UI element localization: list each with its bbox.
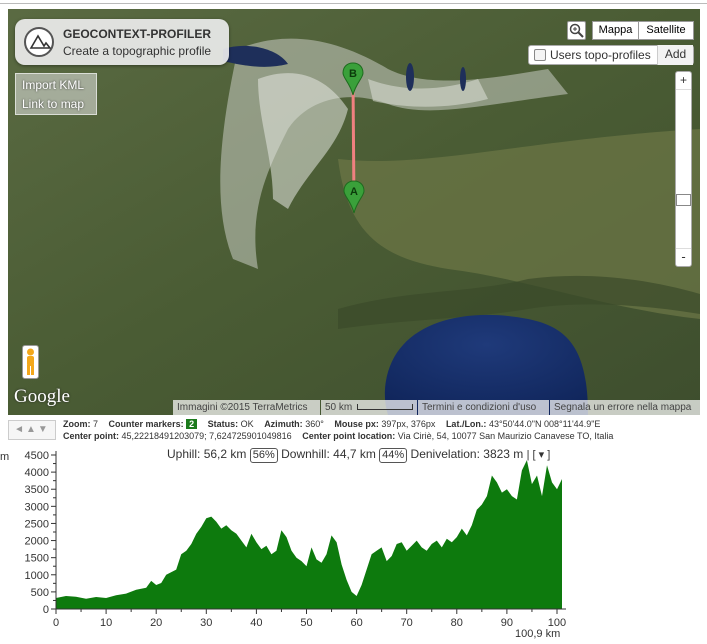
center-location-value: Via Ciriè, 54, 10077 San Maurizio Canave… [397,431,614,441]
profile-nav-arrows[interactable]: ◄▲▼ [8,420,56,440]
zoom-magnifier-icon[interactable] [567,21,586,40]
y-tick-label: 0 [43,604,49,616]
app-subtitle: Create a topographic profile [63,44,212,58]
map-scale-label: 50 km [325,402,353,413]
mountain-logo-icon [24,27,54,57]
elevation-area [56,460,562,609]
marker-a-icon[interactable]: A [343,180,365,214]
link-to-map-link[interactable]: Link to map [22,97,84,111]
users-topo-profiles-label: Users topo-profiles [550,48,651,62]
x-tick-label: 80 [451,617,463,629]
pegman-icon[interactable] [22,345,39,379]
map-type-satellite-button[interactable]: Satellite [638,21,694,40]
x-tick-label: 60 [350,617,362,629]
zoom-out-button[interactable]: - [676,248,691,266]
y-tick-label: 1000 [25,570,49,582]
center-location-label: Center point location: [302,431,396,441]
satellite-map[interactable]: B A GEOCONTEXT-PROFILER Create a topogra… [8,9,700,415]
kml-panel: Import KML Link to map [15,73,97,115]
azimuth-label: Azimuth: [264,419,303,429]
zoom-slider[interactable]: + - [675,71,692,267]
x-tick-label: 90 [501,617,513,629]
zoom-label: Zoom: [63,419,91,429]
add-button[interactable]: Add [657,45,693,65]
users-topo-profiles-control: Users topo-profiles Add [528,45,694,65]
elevation-profile-chart[interactable]: 0 500 1000 1500 2000 2500 3000 3500 4000 4500 0 10 2… [0,445,575,630]
map-scale: 50 km [321,400,417,415]
azimuth-value: 360° [305,419,324,429]
y-tick-label: 4500 [25,450,49,462]
y-tick-label: 500 [31,587,49,599]
app-title: GEOCONTEXT-PROFILER [63,27,212,41]
mouse-px-label: Mouse px: [334,419,379,429]
status-value: OK [240,419,254,429]
center-point-label: Center point: [63,431,119,441]
x-tick-label: 70 [401,617,413,629]
y-tick-label: 3000 [25,501,49,513]
latlon-value: 43°50'44.0"N 008°11'44.9"E [488,419,601,429]
zoom-slider-thumb[interactable] [676,194,691,206]
counter-markers-label: Counter markers: [108,419,184,429]
map-type-map-button[interactable]: Mappa [592,21,639,40]
y-tick-label: 1500 [25,553,49,565]
x-tick-label: 30 [200,617,212,629]
status-label: Status: [207,419,239,429]
users-topo-profiles-checkbox[interactable] [534,49,546,61]
import-kml-link[interactable]: Import KML [22,78,84,92]
marker-b-label: B [349,68,357,80]
latlon-label: Lat./Lon.: [445,419,487,429]
x-axis-unit: 100,9 km [515,628,561,640]
zoom-value: 7 [93,419,99,429]
y-tick-label: 4000 [25,467,49,479]
x-tick-label: 50 [300,617,312,629]
zoom-in-button[interactable]: + [676,72,691,90]
counter-markers-badge: 2 [186,419,198,429]
imagery-attribution: Immagini ©2015 TerraMetrics [173,400,320,415]
y-tick-label: 3500 [25,484,49,496]
x-tick-label: 20 [150,617,162,629]
x-tick-label: 40 [250,617,262,629]
y-tick-label: 2500 [25,518,49,530]
marker-a-label: A [350,186,358,198]
app-brand-panel: GEOCONTEXT-PROFILER Create a topographic… [15,19,229,65]
center-point-value: 45,22218491203079; 7,624725901049816 [121,431,292,441]
status-line-1: Zoom: 7 Counter markers: 2 Status: OK Az… [63,419,600,429]
report-error-link[interactable]: Segnala un errore nella mappa [550,400,700,415]
x-tick-label: 0 [53,617,59,629]
google-logo[interactable]: Google [14,386,70,408]
map-scale-bar [357,404,413,410]
status-line-2: Center point: 45,22218491203079; 7,62472… [63,431,613,441]
mouse-px-value: 397px, 376px [381,419,436,429]
x-tick-label: 10 [100,617,112,629]
top-rule [0,3,707,4]
y-tick-label: 2000 [25,536,49,548]
terms-link[interactable]: Termini e condizioni d'uso [418,400,549,415]
marker-b-icon[interactable]: B [342,62,364,96]
